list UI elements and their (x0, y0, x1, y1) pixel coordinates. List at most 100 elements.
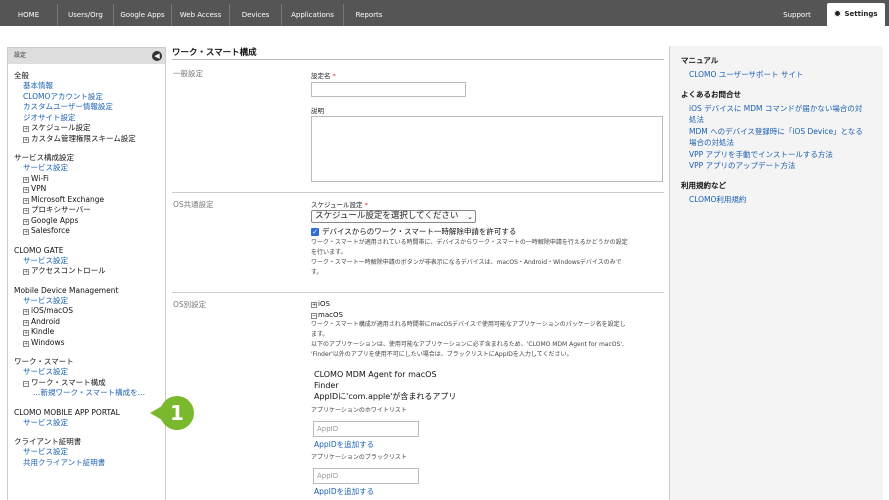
faq-link-1-cont[interactable]: 処法 (681, 114, 872, 126)
sidebar-link-account[interactable]: CLOMOアカウント設定 (14, 92, 159, 103)
tree-macos[interactable]: − macOS (311, 310, 343, 320)
sidebar-tree-wifi[interactable]: + Wi-Fi (14, 174, 159, 185)
tab-support[interactable]: Support (768, 4, 826, 26)
blacklist-appid-input[interactable]: AppID (313, 468, 419, 484)
sidebar-tree-google-apps[interactable]: + Google Apps (14, 216, 159, 227)
expand-icon[interactable]: + (23, 340, 29, 347)
sidebar-tree-proxy[interactable]: + プロキシサーバー (14, 205, 159, 216)
sidebar-tree-schedule[interactable]: + スケジュール設定 (14, 123, 159, 134)
sidebar-tree-ios-macos[interactable]: + iOS/macOS (14, 306, 159, 317)
release-note-3: ワーク・スマート一時解除申請のボタンが非表示になるデバイスは、macOS・And… (311, 259, 622, 266)
faq-link-1[interactable]: iOS デバイスに MDM コマンドが届かない場合の対 (681, 103, 872, 115)
tab-settings[interactable]: Settings (827, 3, 885, 26)
macos-desc-4: 'Finder'以外のアプリを使用不可にしたい場合は、ブラックリストにAppID… (311, 351, 573, 358)
sidebar-tree-permission[interactable]: + カスタム管理権限スキーム設定 (14, 134, 159, 145)
expand-icon[interactable]: + (311, 302, 317, 308)
faq-link-2-cont[interactable]: 場合の対処法 (681, 137, 872, 149)
tree-label: Windows (31, 337, 65, 347)
tree-label: アクセスコントロール (31, 266, 106, 275)
sidebar-tree-access-control[interactable]: + アクセスコントロール (14, 266, 159, 277)
expand-icon[interactable]: + (23, 319, 29, 326)
sidebar-section-portal: CLOMO MOBILE APP PORTAL (14, 407, 120, 417)
collapse-sidebar-icon[interactable]: ◀ (152, 51, 162, 61)
tree-label: カスタム管理権限スキーム設定 (31, 133, 136, 143)
sidebar-link-geosite[interactable]: ジオサイト設定 (14, 113, 159, 124)
section-label-general: 一般設定 (173, 69, 203, 78)
tab-web-access[interactable]: Web Access (172, 4, 230, 26)
section-label-os-specific: OS別設定 (173, 300, 207, 309)
collapse-icon[interactable]: − (311, 313, 317, 319)
sidebar-link-portal-settings[interactable]: サービス設定 (14, 418, 159, 429)
sidebar-tree-salesforce[interactable]: + Salesforce (14, 226, 159, 237)
schedule-select-value: スケジュール設定を選択してください (315, 211, 459, 221)
tree-label: macOS (318, 311, 343, 319)
tree-ios[interactable]: + iOS (311, 299, 330, 309)
faq-heading: よくあるお問合せ (681, 89, 741, 99)
allow-release-label: デバイスからのワーク・スマート一時解除申請を許可する (322, 227, 517, 236)
manual-link[interactable]: CLOMO ユーザーサポート サイト (681, 69, 872, 81)
section-os-specific: OS別設定 + iOS − macOS ワーク・スマート構成が適用される時間帯にma… (172, 292, 664, 500)
sidebar-tree-android[interactable]: + Android (14, 317, 159, 328)
tree-label: Salesforce (31, 226, 70, 235)
expand-icon[interactable]: + (23, 136, 29, 143)
expand-icon[interactable]: + (23, 218, 29, 225)
schedule-select[interactable]: スケジュール設定を選択してください ⌄ (311, 210, 476, 223)
tree-label: VPN (31, 184, 47, 193)
description-textarea[interactable] (311, 116, 663, 182)
expand-icon[interactable]: + (23, 187, 29, 193)
sidebar-link-basic-info[interactable]: 基本情報 (14, 81, 159, 92)
sidebar-link-service-settings[interactable]: サービス設定 (14, 163, 159, 174)
tab-users-org[interactable]: Users/Org (58, 4, 114, 26)
tree-label: ワーク・スマート構成 (31, 377, 106, 387)
collapse-icon[interactable]: − (23, 380, 29, 387)
section-general: 一般設定 設定名 * 説明 (172, 62, 664, 190)
faq-link-2[interactable]: MDM へのデバイス登録時に「iOS Device」となる (681, 126, 872, 138)
terms-link[interactable]: CLOMO利用規約 (681, 194, 872, 206)
expand-icon[interactable]: + (23, 126, 29, 132)
allow-release-checkbox[interactable]: ✓ (311, 228, 319, 236)
name-label: 設定名 * (311, 70, 336, 80)
expand-icon[interactable]: + (23, 197, 29, 204)
sidebar-link-shared-cert[interactable]: 共用クライアント証明書 (14, 458, 159, 469)
tab-google-apps[interactable]: Google Apps (114, 4, 172, 26)
expand-icon[interactable]: + (23, 208, 29, 214)
faq-link-3[interactable]: VPP アプリを手動でインストールする方法 (681, 149, 872, 161)
help-panel: マニュアル CLOMO ユーザーサポート サイト よくあるお問合せ iOS デバ… (669, 46, 883, 500)
sidebar-link-new-work-config[interactable]: …新規ワーク・スマート構成を… (14, 388, 159, 399)
default-app-2: Finder (314, 381, 339, 390)
sidebar-tree-windows[interactable]: + Windows (14, 338, 159, 349)
page-title: ワーク・スマート構成 (172, 46, 664, 60)
sidebar-section-gate: CLOMO GATE (14, 245, 64, 255)
tab-home[interactable]: HOME (0, 4, 58, 26)
tree-label: Kindle (31, 327, 55, 336)
name-label-text: 設定名 (311, 72, 331, 80)
sidebar-tree-exchange[interactable]: + Microsoft Exchange (14, 195, 159, 206)
tree-label: Wi-Fi (31, 173, 49, 183)
add-whitelist-appid-link[interactable]: AppIDを追加する (314, 439, 374, 450)
release-note-4: す。 (311, 269, 323, 276)
expand-icon[interactable]: + (23, 330, 29, 336)
sidebar-tree-kindle[interactable]: + Kindle (14, 327, 159, 338)
tab-reports[interactable]: Reports (344, 4, 394, 26)
sidebar-link-mdm-settings[interactable]: サービス設定 (14, 296, 159, 307)
tree-label: Microsoft Exchange (31, 194, 105, 204)
sidebar-link-work-settings[interactable]: サービス設定 (14, 367, 159, 378)
tree-label: スケジュール設定 (31, 123, 91, 132)
expand-icon[interactable]: + (23, 229, 29, 235)
sidebar-tree-work-config[interactable]: − ワーク・スマート構成 (14, 378, 159, 389)
release-note-1: ワーク・スマートが適用されている時間帯に、デバイスからワーク・スマートの一時解除… (311, 239, 628, 246)
expand-icon[interactable]: + (23, 176, 29, 183)
faq-link-4[interactable]: VPP アプリのアップデート方法 (681, 160, 872, 172)
sidebar-link-gate-settings[interactable]: サービス設定 (14, 256, 159, 267)
sidebar-link-cert-settings[interactable]: サービス設定 (14, 447, 159, 458)
tab-devices[interactable]: Devices (230, 4, 282, 26)
expand-icon[interactable]: + (23, 269, 29, 275)
expand-icon[interactable]: + (23, 309, 29, 315)
tab-applications[interactable]: Applications (282, 4, 344, 26)
sidebar-link-custom-user[interactable]: カスタムユーザー情報設定 (14, 102, 159, 113)
whitelist-appid-input[interactable]: AppID (313, 421, 419, 437)
add-blacklist-appid-link[interactable]: AppIDを追加する (314, 486, 374, 497)
sidebar-section-work-smart: ワーク・スマート (14, 357, 74, 366)
name-input[interactable] (311, 82, 466, 97)
sidebar-tree-vpn[interactable]: + VPN (14, 184, 159, 195)
